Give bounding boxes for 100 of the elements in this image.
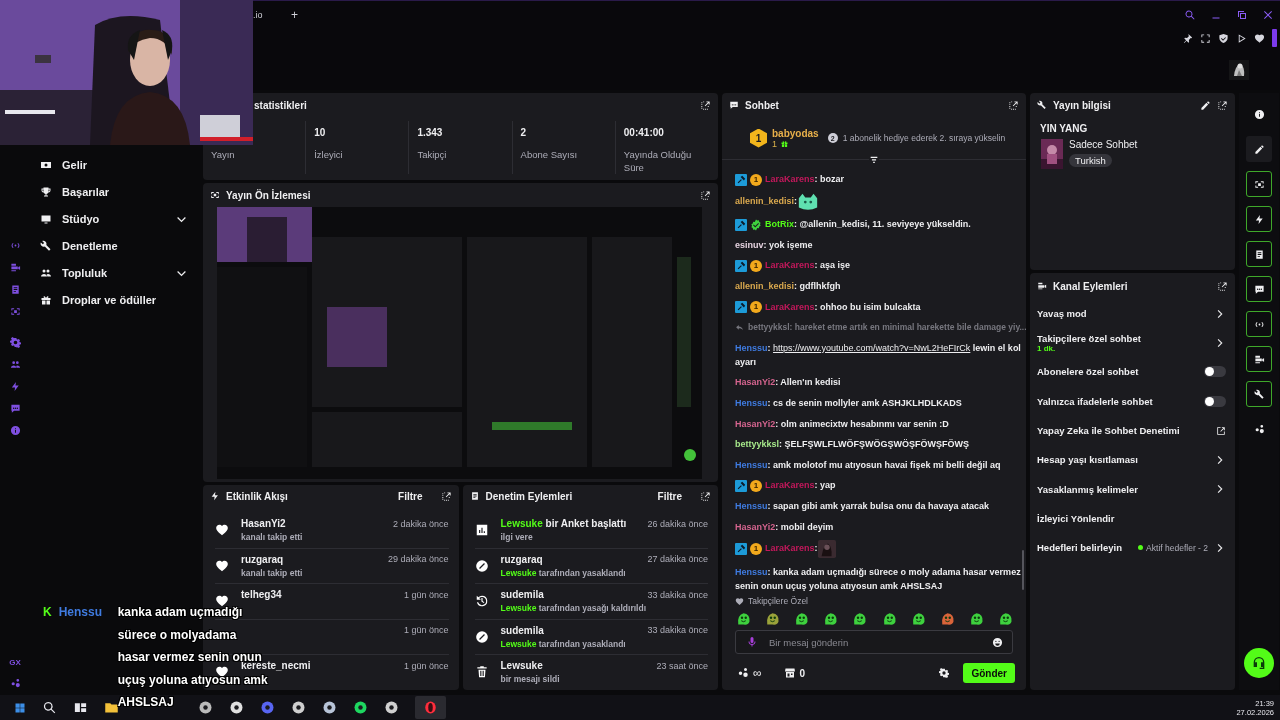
language-tag[interactable]: Turkish: [1069, 154, 1112, 167]
widget-button[interactable]: [1246, 136, 1272, 162]
nav-icon[interactable]: [9, 240, 21, 251]
close-icon[interactable]: [1262, 9, 1274, 21]
widget-button[interactable]: [1246, 241, 1272, 267]
panel-title: Denetim Eylemleri: [485, 490, 573, 502]
sidebar-toggle[interactable]: [1272, 29, 1277, 47]
link[interactable]: https://www.youtube.com/watch?v=NwL2HeFIrCk: [773, 342, 971, 353]
chat-message: HasanYi2: mobil deyim: [735, 521, 834, 532]
chat-message: allenin_kedisi:: [735, 195, 798, 206]
moderator-badge: [735, 301, 747, 314]
microphone-icon[interactable]: [746, 636, 758, 648]
search-icon[interactable]: [42, 700, 57, 715]
active-app[interactable]: [415, 696, 446, 719]
nav-icon[interactable]: [9, 262, 21, 273]
filter-button[interactable]: Filtre: [398, 490, 423, 502]
emote-icon: [852, 611, 868, 626]
sidebar-item[interactable]: Başarılar: [40, 183, 188, 201]
channel-action[interactable]: Yapay Zeka ile Sohbet Denetimi: [1030, 415, 1235, 446]
caption-line: uçuş yoluna atıyosun amk: [117, 672, 268, 688]
gifter-name: babyodas: [772, 127, 819, 139]
channel-action[interactable]: Takipçilere özel sohbet 1 dk.: [1030, 328, 1235, 358]
popout-icon[interactable]: [700, 99, 711, 111]
chat-icon: [1253, 283, 1265, 295]
channel-action[interactable]: Hedefleri belirleyin Aktif hedefler - 2: [1030, 533, 1235, 563]
nav-icon[interactable]: [9, 425, 21, 436]
new-tab-button[interactable]: +: [291, 8, 298, 22]
widget-button[interactable]: [1246, 381, 1272, 407]
maximize-icon[interactable]: [1236, 9, 1248, 21]
toggle-switch[interactable]: [1204, 366, 1226, 378]
nav-item-icon: [40, 267, 52, 279]
widget-button[interactable]: [1246, 206, 1272, 232]
widget-button[interactable]: [1246, 311, 1272, 337]
pin-icon[interactable]: [1182, 32, 1193, 44]
filter-button[interactable]: Filtre: [657, 490, 682, 502]
sidebar-item[interactable]: Droplar ve ödüller: [40, 291, 188, 309]
popout-icon[interactable]: [700, 189, 711, 201]
widget-button[interactable]: [1246, 276, 1272, 302]
sidebar-item[interactable]: Denetleme: [40, 237, 188, 255]
emote-icon: [823, 611, 839, 626]
apps-icon[interactable]: [9, 678, 21, 689]
channel-action[interactable]: Yalnızca ifadelerle sohbet: [1030, 386, 1235, 416]
nav-icon[interactable]: [9, 359, 21, 370]
channel-action[interactable]: Yasaklanmış kelimeler: [1030, 474, 1235, 504]
support-button[interactable]: [1244, 648, 1274, 678]
folder-icon[interactable]: [104, 700, 119, 715]
nav-icon[interactable]: [9, 403, 21, 414]
windows-icon[interactable]: [14, 701, 26, 714]
caption-user: Henssu: [58, 605, 104, 620]
event-description: kanalı takip etti: [241, 532, 304, 542]
channel-action[interactable]: Yavaş mod: [1030, 299, 1235, 329]
points-icon[interactable]: [737, 667, 749, 679]
edit-icon[interactable]: [1200, 99, 1211, 111]
popout-icon[interactable]: [1217, 280, 1228, 292]
heart-icon[interactable]: [1254, 32, 1265, 44]
stat-value: 10: [314, 127, 327, 139]
chat-message: LaraKarens: yap: [765, 480, 836, 491]
sidebar-item[interactable]: Stüdyo: [40, 210, 188, 228]
sidebar-item[interactable]: Topluluk: [40, 264, 188, 282]
channel-action[interactable]: İzleyici Yönlendir: [1030, 503, 1235, 534]
stat-value: 00:41:00: [623, 127, 665, 139]
settings-icon[interactable]: [939, 668, 950, 678]
popout-icon[interactable]: [1217, 99, 1228, 111]
chat-message: LaraKarens:: [765, 543, 818, 554]
moderator-badge: [735, 543, 747, 556]
nav-icon[interactable]: [9, 306, 21, 317]
play-icon[interactable]: [1236, 32, 1247, 44]
emote-icon: [817, 540, 836, 559]
reply-preview: bettyykksl: hareket etme artık en minimal harekette bile damage yiy...: [748, 321, 1027, 335]
scrollbar[interactable]: [1022, 550, 1024, 590]
widget-button[interactable]: [1246, 171, 1272, 197]
browser-tab[interactable]: .io: [253, 10, 283, 20]
task-view-icon[interactable]: [73, 700, 88, 715]
send-button[interactable]: Gönder: [963, 663, 1015, 683]
stat-label: Abone Sayısı: [520, 148, 579, 161]
toggle-switch[interactable]: [1204, 395, 1226, 407]
undo-icon: [474, 594, 489, 608]
widget-button[interactable]: [1246, 346, 1272, 372]
sidebar-item[interactable]: Gelir: [40, 156, 188, 174]
stream-title: YIN YANG: [1039, 122, 1089, 134]
shield-icon[interactable]: [1218, 32, 1229, 44]
emote-icon: [939, 611, 955, 626]
moderator-badge: [735, 260, 747, 272]
event-time: 2 dakika önce: [392, 518, 449, 529]
store-icon[interactable]: [783, 667, 796, 679]
emoji-icon[interactable]: [992, 636, 1003, 648]
panel-title: Kanal Eylemleri: [1053, 280, 1128, 292]
nav-icon[interactable]: [9, 284, 21, 295]
message-field[interactable]: Bir mesaj gönderin: [735, 630, 1013, 654]
app-icon: [291, 700, 306, 715]
channel-action[interactable]: Abonelere özel sohbet: [1030, 357, 1235, 387]
popout-icon[interactable]: [700, 490, 711, 502]
popout-icon[interactable]: [1008, 99, 1019, 111]
screenshot-icon[interactable]: [1200, 32, 1211, 44]
document-icon: [1253, 248, 1265, 260]
camera-icon: [1253, 353, 1265, 365]
channel-action[interactable]: Hesap yaşı kısıtlaması: [1030, 445, 1235, 475]
category-name[interactable]: Sadece Sohbet: [1069, 139, 1138, 150]
nav-icon[interactable]: [9, 337, 21, 348]
popout-icon[interactable]: [440, 490, 452, 502]
